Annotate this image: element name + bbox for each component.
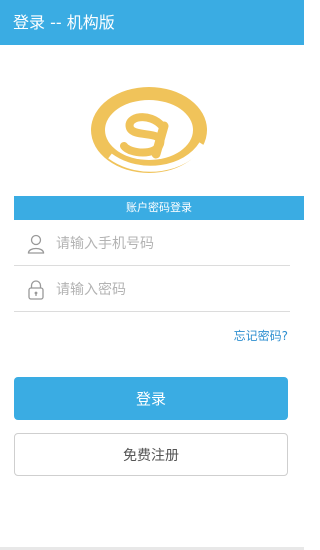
login-screen: 登录 -- 机构版 SI 账户密码登录 忘记密码? 登录 免费注册 [0,0,304,550]
password-input[interactable] [56,276,276,304]
login-button[interactable]: 登录 [14,377,288,420]
user-icon [27,234,45,254]
si-logo: SI [91,87,207,173]
tab-label: 账户密码登录 [126,201,192,214]
app-title-bar: 登录 -- 机构版 [0,0,304,45]
phone-field [14,222,290,266]
lock-icon [28,280,44,300]
page-title: 登录 -- 机构版 [13,13,115,32]
forgot-password-link[interactable]: 忘记密码? [234,327,288,344]
phone-input[interactable] [56,230,276,258]
register-button[interactable]: 免费注册 [14,433,288,476]
tab-account-password-login[interactable]: 账户密码登录 [14,196,304,220]
password-field [14,268,290,312]
